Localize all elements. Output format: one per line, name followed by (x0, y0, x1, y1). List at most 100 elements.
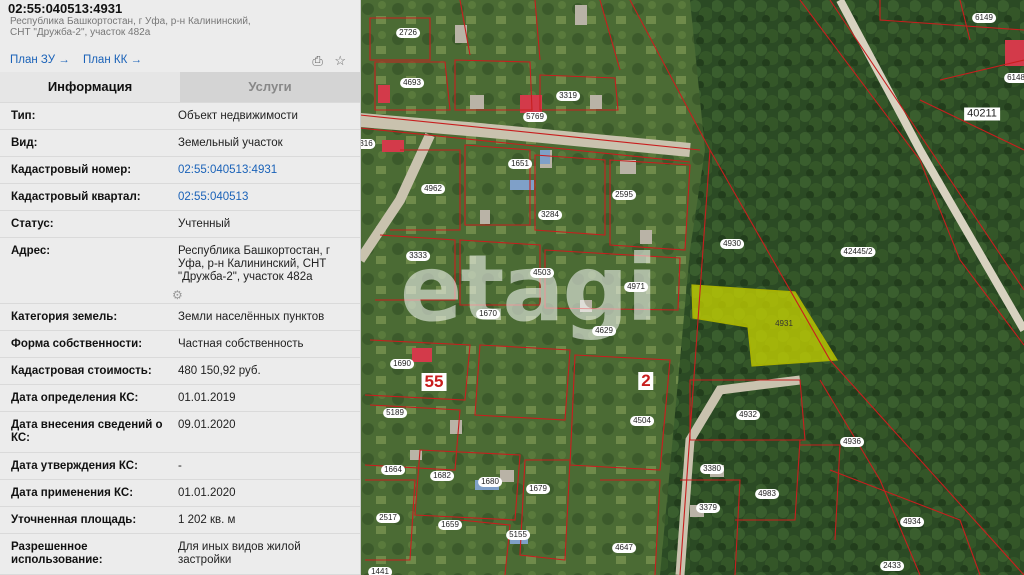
panel-tabs: Информация Услуги (0, 72, 360, 102)
parcel-label[interactable]: 3379 (696, 503, 720, 513)
panel-address: Республика Башкортостан, г Уфа, р-н Кали… (10, 16, 251, 38)
parcel-label[interactable]: 4504 (630, 416, 654, 426)
property-row: Дата определения КС: 01.01.2019 (0, 384, 360, 411)
property-value: Земельный участок (178, 137, 283, 149)
property-row: Форма собственности: Частная собственност… (0, 330, 360, 357)
parcel-label[interactable]: 5189 (383, 408, 407, 418)
parcel-label[interactable]: 2517 (376, 513, 400, 523)
property-row: Разрешенное использование: Для иных видов… (0, 533, 360, 574)
parcel-label[interactable]: 6148 (1004, 73, 1024, 83)
property-row: Уточненная площадь: 1 202 кв. м (0, 506, 360, 533)
tab-info[interactable]: Информация (0, 72, 180, 102)
property-key: Тип: (11, 110, 36, 122)
parcel-label[interactable]: 4936 (840, 437, 864, 447)
parcel-label[interactable]: 1690 (390, 359, 414, 369)
property-key: Дата определения КС: (11, 392, 139, 404)
quarter-label: 40211 (964, 107, 1000, 121)
arrow-right-icon: → (55, 54, 70, 66)
property-row: Тип: Объект недвижимости (0, 102, 360, 129)
property-row: Кадастровый квартал: 02:55:040513 (0, 183, 360, 210)
panel-tools: ⎙ ☆ (304, 53, 346, 69)
parcel-label[interactable]: 4629 (592, 326, 616, 336)
property-value: 09.01.2020 (178, 419, 236, 431)
parcel-label[interactable]: 42445/2 (840, 247, 876, 257)
property-row: Вид: Земельный участок (0, 129, 360, 156)
star-icon[interactable]: ☆ (334, 53, 346, 68)
property-key: Кадастровый номер: (11, 164, 132, 176)
parcel-label[interactable]: 4503 (530, 268, 554, 278)
property-row: Статус: Учтенный (0, 210, 360, 237)
property-key: Уточненная площадь: (11, 514, 137, 526)
tab-services[interactable]: Услуги (180, 72, 360, 102)
parcel-label[interactable]: 316 (360, 139, 376, 149)
property-value: Республика Башкортостан, г Уфа, р-н Кали… (178, 245, 331, 283)
parcel-label[interactable]: 1651 (508, 159, 532, 169)
property-key: Адрес: (11, 245, 51, 257)
parcel-label[interactable]: 4930 (720, 239, 744, 249)
parcel-label[interactable]: 3284 (538, 210, 562, 220)
cadastral-map[interactable]: etagi 2726 6149 4693 3319 6148 5769 1651 316 496… (360, 0, 1024, 575)
arrow-right-icon: → (127, 54, 142, 66)
property-key: Кадастровая стоимость: (11, 365, 152, 377)
selected-parcel-label[interactable]: 4931 (772, 319, 796, 329)
property-value: Частная собственность (178, 338, 304, 350)
property-key: Вид: (11, 137, 38, 149)
parcel-label[interactable]: 1664 (381, 465, 405, 475)
parcel-label[interactable]: 3380 (700, 464, 724, 474)
plan-links: План ЗУ → План КК → (10, 54, 152, 66)
property-key: Категория земель: (11, 311, 118, 323)
parcel-label[interactable]: 1682 (430, 471, 454, 481)
panel-title: 02:55:040513:4931 (8, 1, 123, 16)
property-value: Учтенный (178, 218, 231, 230)
property-value: Для иных видов жилой застройки (178, 541, 301, 566)
property-key: Кадастровый квартал: (11, 191, 141, 203)
quarter-label: 55 (421, 373, 447, 391)
parcel-label[interactable]: 2726 (396, 28, 420, 38)
property-key: Дата применения КС: (11, 487, 134, 499)
loading-spinner-icon: ⚙ (172, 288, 183, 302)
parcel-label[interactable]: 1680 (478, 477, 502, 487)
parcel-label[interactable]: 1441 (368, 567, 392, 575)
property-row: Дата применения КС: 01.01.2020 (0, 479, 360, 506)
property-key: Форма собственности: (11, 338, 143, 350)
property-value: 1 202 кв. м (178, 514, 236, 526)
property-value-link[interactable]: 02:55:040513:4931 (178, 164, 353, 177)
parcel-label[interactable]: 4962 (421, 184, 445, 194)
parcel-label[interactable]: 2433 (880, 561, 904, 571)
plan-zu-link[interactable]: План ЗУ → (10, 54, 70, 66)
parcel-label[interactable]: 4983 (755, 489, 779, 499)
parcel-label[interactable]: 1670 (476, 309, 500, 319)
parcel-label[interactable]: 3333 (406, 251, 430, 261)
property-key: Дата внесения сведений о КС: (11, 419, 163, 444)
property-value-link[interactable]: 02:55:040513 (178, 191, 353, 204)
property-value: 01.01.2019 (178, 392, 236, 404)
parcel-label[interactable]: 1679 (526, 484, 550, 494)
property-row: Кадастровый номер: 02:55:040513:4931 (0, 156, 360, 183)
parcel-label[interactable]: 4971 (624, 282, 648, 292)
parcel-label[interactable]: 4647 (612, 543, 636, 553)
info-panel: 02:55:040513:4931 Республика Башкортоста… (0, 0, 361, 575)
property-value: - (178, 460, 182, 472)
plan-kk-link[interactable]: План КК → (83, 54, 142, 66)
property-row: Дата внесения сведений о КС: 09.01.2020 (0, 411, 360, 452)
property-row: Дата утверждения КС: - (0, 452, 360, 479)
parcel-label[interactable]: 4693 (400, 78, 424, 88)
print-icon[interactable]: ⎙ (312, 53, 322, 68)
parcel-label[interactable]: 6149 (972, 13, 996, 23)
parcel-label[interactable]: 3319 (556, 91, 580, 101)
property-key: Статус: (11, 218, 54, 230)
parcel-label[interactable]: 5769 (523, 112, 547, 122)
property-key: Дата утверждения КС: (11, 460, 138, 472)
property-table: Тип: Объект недвижимости Вид: Земельный уча… (0, 102, 360, 575)
parcel-label[interactable]: 2595 (612, 190, 636, 200)
property-key: Разрешенное использование: (11, 541, 103, 566)
parcel-label[interactable]: 1659 (438, 520, 462, 530)
property-row: Кадастровая стоимость: 480 150,92 руб. (0, 357, 360, 384)
property-value: Земли населённых пунктов (178, 311, 325, 323)
watermark-logo: etagi (400, 235, 658, 342)
property-row: Категория земель: Земли населённых пункто… (0, 303, 360, 330)
parcel-label[interactable]: 4932 (736, 410, 760, 420)
property-value: 480 150,92 руб. (178, 365, 261, 377)
parcel-label[interactable]: 4934 (900, 517, 924, 527)
parcel-label[interactable]: 5155 (506, 530, 530, 540)
